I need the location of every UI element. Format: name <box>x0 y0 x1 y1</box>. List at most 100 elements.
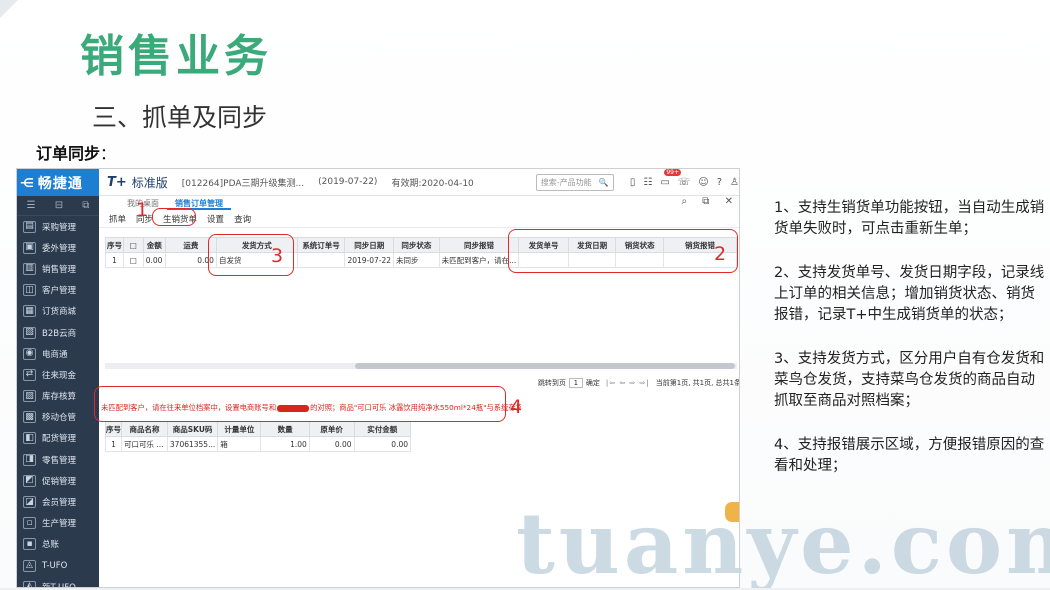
sidebar-item-label: 总账 <box>42 540 60 551</box>
page-nav[interactable]: |⇦ ⇦ ⇨ ⇨| <box>606 379 650 387</box>
table-cell <box>296 252 346 268</box>
settings-button[interactable]: 设置 <box>207 213 224 225</box>
search-icon[interactable]: 🔍 <box>599 178 609 187</box>
sidebar-item[interactable]: ▣ 委外管理 <box>17 237 99 258</box>
table-cell: 1.00 <box>260 436 310 452</box>
fetch-order-button[interactable]: 抓单 <box>109 213 126 225</box>
column-header[interactable]: □ <box>122 237 144 253</box>
module-icon: ◨ <box>23 453 36 466</box>
help-icon[interactable]: ? <box>717 177 722 188</box>
column-header[interactable]: 序号 <box>105 421 122 437</box>
table-cell: 未匹配到客户，请在... <box>438 252 520 268</box>
module-icon: ▩ <box>23 411 36 424</box>
sidebar-item[interactable]: ▫ 生产管理 <box>17 513 99 534</box>
sidebar-item-label: 生产管理 <box>42 519 77 530</box>
sidebar-item[interactable]: ◫ 客户管理 <box>17 280 99 301</box>
sidebar-item[interactable]: ◉ 电商通 <box>17 343 99 364</box>
sidebar-item[interactable]: ▨ 库存核算 <box>17 386 99 407</box>
module-icon: ▥ <box>23 262 36 275</box>
sidebar-item-label: 订货商城 <box>42 307 77 318</box>
sidebar-item[interactable]: ◧ 配货管理 <box>17 428 99 449</box>
module-icon: ▪ <box>23 538 36 551</box>
search-icon[interactable]: ⌕ <box>681 196 687 207</box>
sidebar-item[interactable]: ▦ 订货商城 <box>17 301 99 322</box>
annotation-number-4: 4 <box>510 396 523 418</box>
column-header[interactable]: 同步日期 <box>344 237 395 253</box>
column-header[interactable]: 序号 <box>105 237 124 253</box>
sidebar-item-label: 委外管理 <box>42 243 77 254</box>
phone-icon[interactable]: ☏ <box>678 177 691 188</box>
restore-icon[interactable]: ⧉ <box>702 196 709 207</box>
table-cell: 2019-07-22 <box>344 252 395 268</box>
notes-panel: 1、支持生销货单功能按钮，当自动生成销货单失败时，可点击重新生单； 2、支持发货… <box>774 198 1046 500</box>
module-icon: ◫ <box>23 284 36 297</box>
sidebar-item[interactable]: ◪ 会员管理 <box>17 491 99 512</box>
sidebar-item-label: 会员管理 <box>42 498 77 509</box>
corner-decoration <box>0 0 18 18</box>
message-icon[interactable]: ▭ 99+ <box>660 169 681 188</box>
account-date: (2019-07-22) <box>318 177 378 187</box>
slide: 销售业务 三、抓单及同步 订单同步： ⋲ 畅捷通 ☰ ⊟ ⧉ ▤ 采购管理 ▣ 委外管理… <box>0 0 1050 590</box>
query-button[interactable]: 查询 <box>234 213 251 225</box>
sidebar-item-label: 采购管理 <box>42 222 77 233</box>
module-icon: ▤ <box>23 220 36 233</box>
jump-label: 跳转到页 <box>537 379 566 387</box>
sidebar-item-label: 移动仓管 <box>42 413 77 424</box>
sidebar-item-label: 新T-UFO <box>42 582 76 588</box>
column-header[interactable]: 实付金额 <box>353 421 412 437</box>
sidebar-item[interactable]: ◬ T-UFO <box>17 555 99 576</box>
sidebar-item-label: 销售管理 <box>42 264 77 275</box>
column-header[interactable]: 商品名称 <box>121 421 168 437</box>
column-header[interactable]: 同步报错 <box>438 237 520 253</box>
account-name: [012264]PDA三期升级集测... <box>181 178 305 189</box>
sidebar-item[interactable]: ⇄ 往来现金 <box>17 364 99 385</box>
column-header[interactable]: 计量单位 <box>217 421 262 437</box>
note-3: 3、支持发货方式，区分用户自有仓发货和菜鸟仓发货，支持菜鸟仓发货的商品自动抓取至… <box>774 351 1045 409</box>
message-badge: 99+ <box>664 168 681 176</box>
sidebar-item[interactable]: ▩ 移动仓管 <box>17 407 99 428</box>
sidebar-item[interactable]: ▧ B2B云商 <box>17 322 99 343</box>
column-header[interactable]: 原单价 <box>308 421 355 437</box>
watermark: tuanye.com <box>516 494 1050 590</box>
collapse-icon[interactable]: ⊟ <box>55 200 63 211</box>
menu-icon[interactable]: ☰ <box>27 200 36 211</box>
mobile-icon[interactable]: ▯ <box>630 177 636 188</box>
slide-subtitle: 三、抓单及同步 <box>92 103 268 132</box>
note-4: 4、支持报错展示区域，方便报错原因的查看和处理； <box>774 437 1045 474</box>
app-logo[interactable]: ⋲ 畅捷通 <box>17 169 99 196</box>
tab-tools: ⌕ ⧉ ✕ <box>669 196 733 207</box>
table-cell: 可口可乐 ... <box>121 436 168 452</box>
table-cell: □ <box>122 252 144 268</box>
table-row[interactable]: 1 可口可乐 ... 37061355... 箱 1.00 0.00 0.00 <box>105 436 412 452</box>
slide-title: 销售业务 <box>80 31 272 82</box>
column-header[interactable]: 同步状态 <box>393 237 440 253</box>
page-input[interactable]: 1 <box>568 378 583 388</box>
valid-until: 有效期:2020-04-10 <box>391 178 474 189</box>
close-icon[interactable]: ✕ <box>725 196 733 207</box>
user-icon[interactable]: ♙ <box>730 177 739 188</box>
column-header[interactable]: 数量 <box>260 421 310 437</box>
sidebar-item-label: 往来现金 <box>42 370 77 381</box>
sidebar-item[interactable]: ▪ 总账 <box>17 534 99 555</box>
column-header[interactable]: 系统订单号 <box>296 237 346 253</box>
mascot-icon[interactable]: ☺ <box>698 177 708 188</box>
sidebar-item[interactable]: ◨ 零售管理 <box>17 449 99 470</box>
sidebar-item-label: 配货管理 <box>42 434 77 445</box>
search-input[interactable]: 搜索-产品功能 🔍 <box>535 173 614 191</box>
list-icon[interactable]: ☷ <box>643 177 652 188</box>
module-icon: ▫ <box>23 517 36 530</box>
window-icon[interactable]: ⧉ <box>82 200 89 211</box>
sidebar-item-label: 零售管理 <box>42 455 77 466</box>
table-cell: 1 <box>105 436 122 452</box>
column-header[interactable]: 商品SKU码 <box>166 421 219 437</box>
annotation-box-4 <box>94 386 506 422</box>
sidebar-item[interactable]: ◭ 新T-UFO <box>17 576 99 588</box>
column-header[interactable]: 金额 <box>142 237 166 253</box>
sidebar-item[interactable]: ▥ 销售管理 <box>17 258 99 279</box>
confirm-button[interactable]: 确定 <box>586 378 600 388</box>
sidebar-item[interactable]: ◩ 促销管理 <box>17 470 99 491</box>
note-2: 2、支持发货单号、发货日期字段，记录线上订单的相关信息；增加销货状态、销货报错，… <box>774 265 1045 323</box>
sidebar-item[interactable]: ▤ 采购管理 <box>17 216 99 237</box>
scroll-thumb[interactable] <box>355 363 735 369</box>
horizontal-scrollbar[interactable] <box>105 363 737 369</box>
